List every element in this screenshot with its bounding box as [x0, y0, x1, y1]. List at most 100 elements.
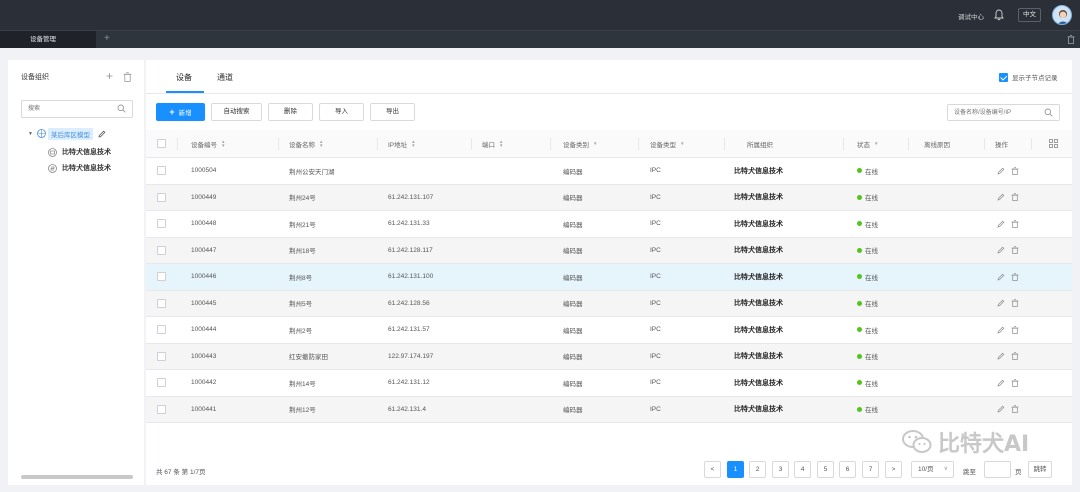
sort-icon[interactable]: ▲ ▼ [411, 139, 415, 147]
language-switch[interactable]: 中文 [1018, 8, 1041, 22]
tree-root-node[interactable]: ▼ 某后库区模型 [28, 127, 106, 140]
next-page-button[interactable]: > [885, 461, 902, 478]
user-avatar[interactable] [1052, 5, 1072, 25]
auto-search-button[interactable]: 自动搜索 [211, 103, 262, 121]
import-button[interactable]: 导入 [319, 103, 364, 121]
jump-page-input[interactable] [984, 461, 1011, 478]
page-5-button[interactable]: 5 [817, 461, 834, 478]
delete-icon[interactable] [1011, 379, 1019, 387]
caret-down-icon[interactable]: ▼ [28, 131, 33, 137]
edit-icon[interactable] [997, 379, 1005, 387]
bell-icon[interactable] [994, 9, 1004, 21]
delete-icon[interactable] [1011, 246, 1019, 255]
table-row[interactable]: 1000441 荆州12号 61.242.131.4 编码器 IPC 比特犬信息… [146, 396, 1072, 423]
edit-icon[interactable] [997, 220, 1005, 228]
column-header-device-id[interactable]: 设备编号 ▲ ▼ [191, 130, 225, 157]
select-all-checkbox[interactable] [157, 139, 166, 148]
edit-icon[interactable] [997, 193, 1005, 201]
status-cell: 在线 [857, 317, 878, 343]
table-row[interactable]: 1000448 荆州21号 61.242.131.33 编码器 IPC 比特犬信… [146, 211, 1072, 238]
search-icon[interactable] [117, 104, 126, 113]
column-header-ip[interactable]: IP地址 ▲ ▼ [388, 130, 416, 157]
row-checkbox[interactable] [157, 298, 166, 308]
tree-node[interactable]: 比特犬信息技术 [48, 146, 111, 158]
sort-icon[interactable]: ▲ ▼ [499, 139, 503, 147]
page-6-button[interactable]: 6 [839, 461, 856, 478]
trash-icon[interactable] [1067, 35, 1075, 44]
filter-icon[interactable]: ▼ [680, 141, 684, 146]
page-2-button[interactable]: 2 [749, 461, 766, 478]
row-checkbox[interactable] [157, 351, 166, 361]
delete-icon[interactable] [1011, 167, 1019, 175]
delete-icon[interactable] [1011, 405, 1019, 414]
delete-icon[interactable] [1011, 193, 1019, 202]
table-row[interactable]: 1000449 荆州24号 61.242.131.107 编码器 IPC 比特犬… [146, 184, 1072, 211]
page-3-button[interactable]: 3 [772, 461, 789, 478]
edit-icon[interactable] [997, 273, 1005, 281]
help-center-link[interactable]: 调试中心 [958, 11, 984, 21]
add-organization-button[interactable]: + [106, 69, 113, 83]
filter-icon[interactable]: ▼ [874, 141, 878, 146]
delete-icon[interactable] [1011, 273, 1019, 281]
column-header-type[interactable]: 设备类型 ▼ [650, 130, 684, 157]
row-checkbox[interactable] [157, 272, 166, 282]
add-device-button[interactable]: + 新增 [156, 103, 205, 121]
page-size-select[interactable]: 10/页 ∨ [911, 461, 954, 478]
row-checkbox[interactable] [157, 325, 166, 335]
show-subnode-records-toggle[interactable]: 显示子节点记录 [999, 72, 1058, 82]
tab-device-management[interactable]: 设备管理 [0, 31, 96, 48]
table-row[interactable]: 1000442 荆州14号 61.242.131.12 编码器 IPC 比特犬信… [146, 370, 1072, 397]
column-header-category[interactable]: 设备类别 ▼ [563, 130, 597, 157]
delete-organization-icon[interactable] [123, 72, 132, 82]
edit-icon[interactable] [997, 405, 1005, 413]
table-row[interactable]: 1000443 红安撤防家田 122.97.174.197 编码器 IPC 比特… [146, 343, 1072, 370]
export-button[interactable]: 导出 [370, 103, 415, 121]
category-cell: 编码器 [563, 327, 583, 335]
row-checkbox[interactable] [157, 166, 166, 176]
delete-icon[interactable] [1011, 352, 1019, 361]
edit-icon[interactable] [997, 299, 1005, 307]
edit-icon[interactable] [997, 326, 1005, 334]
column-header-device-name[interactable]: 设备名称 ▲ ▼ [289, 130, 323, 157]
ip-address-cell: 61.242.131.33 [388, 220, 430, 228]
row-checkbox[interactable] [157, 192, 166, 202]
filter-icon[interactable]: ▼ [593, 141, 597, 146]
delete-icon[interactable] [1011, 326, 1019, 334]
table-row[interactable]: 1000444 荆州2号 61.242.131.57 编码器 IPC 比特犬信息… [146, 317, 1072, 344]
delete-icon[interactable] [1011, 299, 1019, 308]
edit-icon[interactable] [997, 352, 1005, 360]
table-row[interactable]: 1000446 荆州8号 61.242.131.100 编码器 IPC 比特犬信… [146, 264, 1072, 291]
checkbox-checked-icon[interactable] [999, 72, 1008, 82]
row-checkbox[interactable] [157, 378, 166, 388]
edit-icon[interactable] [997, 167, 1005, 175]
row-checkbox[interactable] [157, 245, 166, 255]
row-checkbox[interactable] [157, 219, 166, 229]
page-1-button[interactable]: 1 [727, 461, 744, 478]
column-header-port[interactable]: 端口 ▲ ▼ [482, 130, 503, 157]
jump-button[interactable]: 跳转 [1028, 461, 1052, 478]
delete-button[interactable]: 删除 [268, 103, 313, 121]
page-7-button[interactable]: 7 [862, 461, 879, 478]
sort-icon[interactable]: ▲ ▼ [221, 139, 225, 147]
table-row[interactable]: 1000504 荆州公安天门湖 编码器 IPC 比特犬信息技术 在线 [146, 158, 1072, 185]
add-tab-button[interactable]: + [104, 33, 110, 44]
tab-channel[interactable]: 通道 [217, 72, 233, 83]
tree-root-label[interactable]: 某后库区模型 [47, 127, 93, 140]
prev-page-button[interactable]: < [704, 461, 721, 478]
page-4-button[interactable]: 4 [794, 461, 811, 478]
row-checkbox[interactable] [157, 404, 166, 414]
tree-node[interactable]: 比特犬信息技术 [48, 162, 111, 174]
sort-icon[interactable]: ▲ ▼ [319, 139, 323, 147]
table-row[interactable]: 1000445 荆州5号 61.242.128.56 编码器 IPC 比特犬信息… [146, 290, 1072, 317]
tab-device[interactable]: 设备 [176, 72, 192, 83]
column-label: 设备类型 [650, 141, 676, 149]
horizontal-scrollbar[interactable] [21, 475, 133, 479]
column-settings-icon[interactable] [1049, 139, 1058, 148]
table-row[interactable]: 1000447 荆州18号 61.242.128.117 编码器 IPC 比特犬… [146, 237, 1072, 264]
edit-icon[interactable] [997, 246, 1005, 254]
edit-icon[interactable] [98, 130, 106, 138]
delete-icon[interactable] [1011, 220, 1019, 228]
column-header-status[interactable]: 状态 ▼ [857, 130, 878, 157]
toolbar: + 新增 自动搜索 删除 导入 导出 [156, 103, 421, 121]
search-icon[interactable] [1044, 108, 1053, 117]
